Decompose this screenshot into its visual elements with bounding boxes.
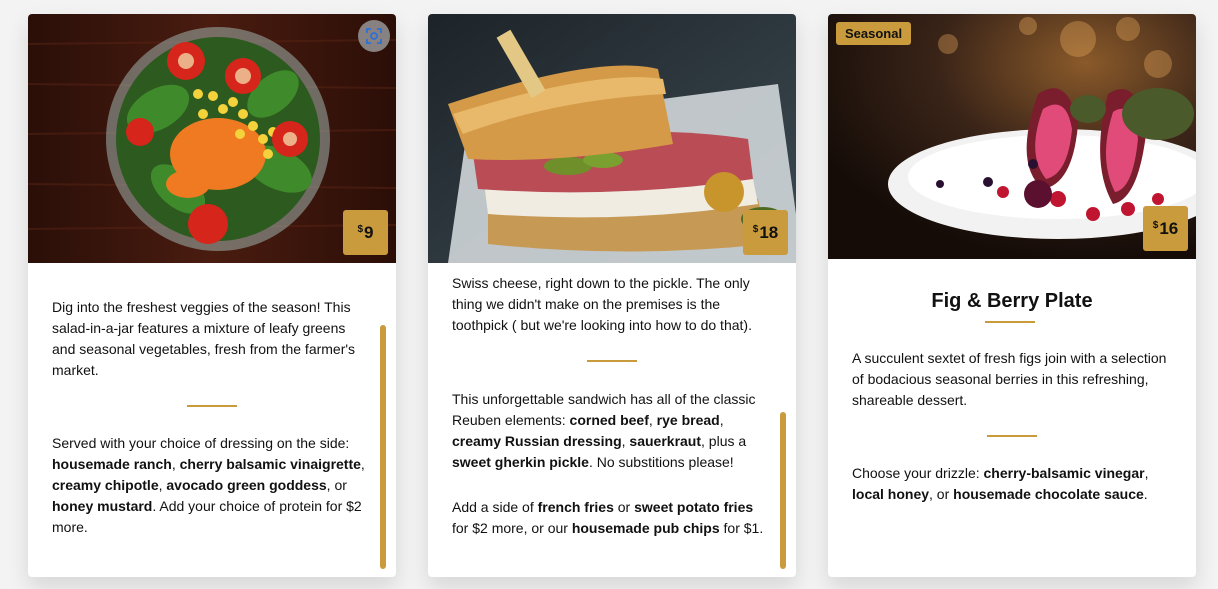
drizzle-option: housemade chocolate sauce <box>953 486 1144 502</box>
separator: , <box>360 456 365 472</box>
scrollbar-thumb[interactable] <box>780 412 786 569</box>
card-description: Dig into the freshest veggies of the sea… <box>52 297 372 538</box>
fig-berry-photo <box>828 14 1196 259</box>
currency-symbol: $ <box>752 224 759 235</box>
scrollbar-thumb[interactable] <box>380 325 386 569</box>
divider <box>587 360 637 362</box>
visual-search-button[interactable] <box>358 20 390 52</box>
separator: , <box>1144 465 1149 481</box>
seasonal-badge: Seasonal <box>836 22 912 45</box>
reuben-element: creamy Russian dressing <box>452 433 622 449</box>
visual-search-icon <box>366 28 382 44</box>
drizzle-option: local honey <box>852 486 930 502</box>
price-value: 16 <box>1159 218 1179 238</box>
price-tag: $9 <box>343 210 388 255</box>
dressing-option: creamy chipotle <box>52 477 159 493</box>
drizzle-suffix: . <box>1143 486 1148 502</box>
sides-text: Add a side of french fries or sweet pota… <box>452 497 772 539</box>
drizzle-prefix: Choose your drizzle: <box>852 465 984 481</box>
separator: , <box>171 456 180 472</box>
separator: , plus a <box>701 433 747 449</box>
price-value: 9 <box>364 222 374 242</box>
sandwich-photo <box>428 14 796 263</box>
divider <box>187 405 237 407</box>
reuben-element: rye bread <box>656 412 720 428</box>
menu-card-reuben: $18 Swiss cheese, right down to the pick… <box>428 14 796 577</box>
price-tag: $16 <box>1143 206 1188 251</box>
sides-suffix: for $1. <box>719 520 764 536</box>
currency-symbol: $ <box>357 224 364 235</box>
side-option: sweet potato fries <box>634 499 754 515</box>
currency-symbol: $ <box>1152 220 1159 231</box>
salad-photo <box>28 14 396 263</box>
reuben-element: sweet gherkin pickle <box>452 454 589 470</box>
card-description: A succulent sextet of fresh figs join wi… <box>852 348 1172 505</box>
dressing-option: housemade ranch <box>52 456 172 472</box>
dressing-prefix: Served with your choice of dressing on t… <box>52 435 350 451</box>
separator: or <box>613 499 635 515</box>
menu-card-salad: $9 Dig into the freshest veggies of the … <box>28 14 396 577</box>
drizzle-option: cherry-balsamic vinegar <box>983 465 1145 481</box>
dressing-text: Served with your choice of dressing on t… <box>52 433 372 538</box>
intro-text: Dig into the freshest veggies of the sea… <box>52 299 356 378</box>
menu-card-fig-berry: Seasonal $16 Fig & Berry Plate A succule… <box>828 14 1196 577</box>
dressing-option: honey mustard <box>52 498 153 514</box>
side-option: housemade pub chips <box>571 520 720 536</box>
divider <box>987 435 1037 437</box>
title-divider <box>985 321 1035 323</box>
sides-middle: for $2 more, or our <box>452 520 572 536</box>
sides-prefix: Add a side of <box>452 499 538 515</box>
description-text: A succulent sextet of fresh figs join wi… <box>852 350 1167 408</box>
separator: , or <box>326 477 347 493</box>
card-description: Swiss cheese, right down to the pickle. … <box>452 273 772 539</box>
dressing-option: avocado green goddess <box>166 477 327 493</box>
drizzle-text: Choose your drizzle: cherry-balsamic vin… <box>852 463 1172 505</box>
separator: , <box>719 412 724 428</box>
dressing-option: cherry balsamic vinaigrette <box>179 456 361 472</box>
side-option: french fries <box>537 499 614 515</box>
dish-title: Fig & Berry Plate <box>931 290 1093 312</box>
reuben-elements-text: This unforgettable sandwich has all of t… <box>452 389 772 473</box>
price-tag: $18 <box>743 210 788 255</box>
reuben-element: sauerkraut <box>629 433 702 449</box>
separator: , <box>648 412 657 428</box>
reuben-element: corned beef <box>569 412 649 428</box>
separator: , or <box>929 486 954 502</box>
elements-suffix: . No substitions please! <box>588 454 734 470</box>
price-value: 18 <box>759 222 779 242</box>
partial-text: Swiss cheese, right down to the pickle. … <box>452 275 752 333</box>
